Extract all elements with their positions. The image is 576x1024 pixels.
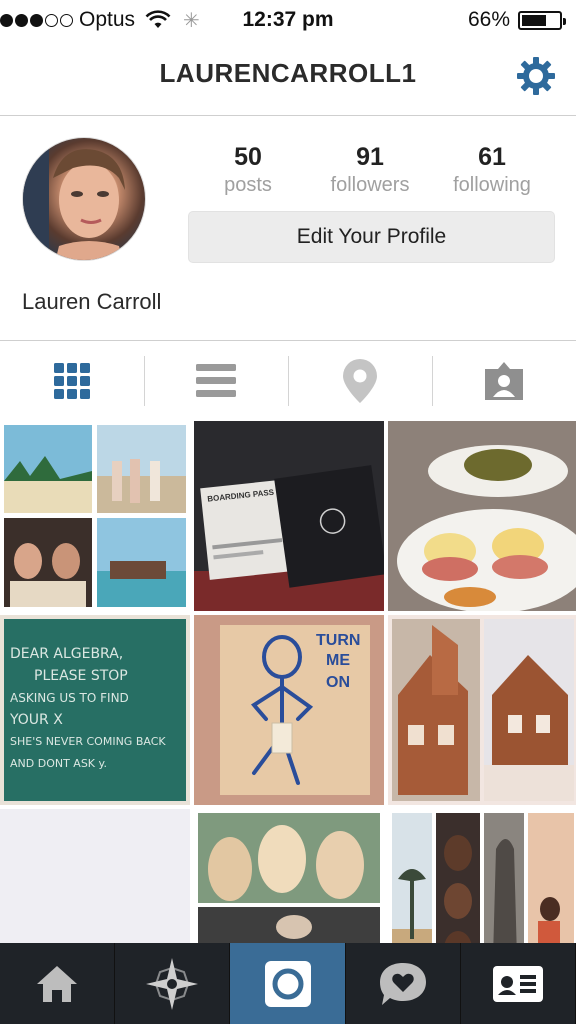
stat-posts[interactable]: 50 posts xyxy=(193,143,303,197)
location-pin-icon xyxy=(343,359,377,403)
chalkboard-line: AND DONT ASK y. xyxy=(10,757,107,770)
photo-grid: BOARDING PASS DEAR ALGEBRA, PLEASE STOP … xyxy=(0,421,576,943)
following-count: 61 xyxy=(478,143,506,171)
grid-icon xyxy=(54,363,90,399)
chalkboard: DEAR ALGEBRA, PLEASE STOP ASKING US TO F… xyxy=(0,615,190,805)
profile-section: 50 posts 91 followers 61 following Edit … xyxy=(0,117,576,341)
photo-tile-boarding-pass[interactable]: BOARDING PASS xyxy=(194,421,384,611)
stick-figure-text: TURN xyxy=(316,632,360,649)
photo-tile-placeholder[interactable] xyxy=(0,809,190,943)
home-icon xyxy=(37,965,78,1002)
chalkboard-line: SHE'S NEVER COMING BACK xyxy=(10,735,166,748)
nav-profile[interactable] xyxy=(461,943,576,1024)
nav-home[interactable] xyxy=(0,943,116,1024)
status-right: 66% xyxy=(467,0,566,40)
edit-profile-button[interactable]: Edit Your Profile xyxy=(188,211,555,263)
username-title: LAURENCARROLL1 xyxy=(159,58,417,88)
stick-figure-text: ON xyxy=(326,674,350,691)
chalkboard-line: PLEASE STOP xyxy=(34,668,128,684)
tab-grid-view[interactable] xyxy=(0,342,144,420)
gingerbread-photo xyxy=(388,615,576,805)
photo-tile-chalkboard[interactable]: DEAR ALGEBRA, PLEASE STOP ASKING US TO F… xyxy=(0,615,190,805)
stick-figure-text: ME xyxy=(326,652,350,669)
explore-star-icon xyxy=(146,957,199,1010)
collage-photo xyxy=(0,421,190,611)
battery-icon xyxy=(518,10,566,30)
avatar[interactable] xyxy=(22,137,146,261)
stick-figure-photo: TURN ME ON xyxy=(194,615,384,805)
posts-count: 50 xyxy=(234,143,262,171)
posts-label: posts xyxy=(224,174,272,196)
photo-tile-friends[interactable] xyxy=(194,809,384,943)
boarding-pass-photo: BOARDING PASS xyxy=(194,421,384,611)
stat-following[interactable]: 61 following xyxy=(437,143,547,197)
chalkboard-line: YOUR X xyxy=(10,712,63,728)
followers-count: 91 xyxy=(356,143,384,171)
chalkboard-line: DEAR ALGEBRA, xyxy=(10,646,124,662)
nav-explore[interactable] xyxy=(115,943,231,1024)
photo-tile-stick-figure[interactable]: TURN ME ON xyxy=(194,615,384,805)
nav-activity[interactable] xyxy=(346,943,461,1024)
tagged-person-icon xyxy=(485,362,523,400)
photo-tile-collage[interactable] xyxy=(0,421,190,611)
nav-camera[interactable] xyxy=(230,943,346,1024)
list-icon xyxy=(196,364,236,397)
stat-followers[interactable]: 91 followers xyxy=(315,143,425,197)
photo-tile-food[interactable] xyxy=(388,421,576,611)
gear-icon[interactable] xyxy=(514,54,558,98)
following-label: following xyxy=(453,174,531,196)
travel-photo xyxy=(388,809,576,943)
chalkboard-text: DEAR ALGEBRA, PLEASE STOP ASKING US TO F… xyxy=(10,643,166,775)
avatar-portrait xyxy=(23,138,125,260)
friends-photo xyxy=(194,809,384,943)
photo-tile-travel[interactable] xyxy=(388,809,576,943)
bottom-nav xyxy=(0,943,576,1024)
food-photo xyxy=(388,421,576,611)
profile-full-name: Lauren Carroll xyxy=(22,289,162,314)
view-switcher xyxy=(0,342,576,420)
tab-tagged-view[interactable] xyxy=(432,342,576,420)
profile-card-icon xyxy=(492,965,543,1002)
battery-level xyxy=(522,14,546,26)
tab-list-view[interactable] xyxy=(144,342,288,420)
status-bar: Optus ✳ 12:37 pm 66% xyxy=(0,0,576,40)
tab-map-view[interactable] xyxy=(288,342,432,420)
camera-icon xyxy=(264,960,311,1007)
photo-tile-gingerbread[interactable] xyxy=(388,615,576,805)
profile-header: LAURENCARROLL1 xyxy=(0,40,576,116)
heart-bubble-icon xyxy=(379,962,426,1005)
followers-label: followers xyxy=(330,174,410,196)
battery-percent: 66% xyxy=(467,8,510,31)
chalkboard-line: ASKING US TO FIND xyxy=(10,691,129,705)
